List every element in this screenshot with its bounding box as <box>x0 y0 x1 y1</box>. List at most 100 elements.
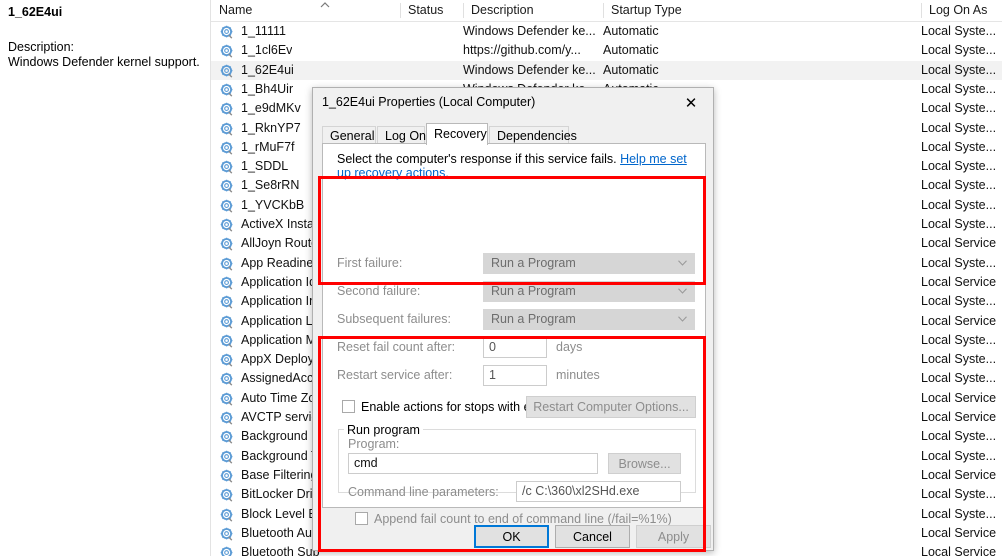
cell-log-on-as: Local Syste... <box>921 139 997 154</box>
service-gear-icon <box>220 102 233 116</box>
first-failure-select[interactable]: Run a Program <box>483 253 695 274</box>
cell-name: 1_Se8rRN <box>241 178 300 193</box>
dialog-title: 1_62E4ui Properties (Local Computer) <box>322 95 536 109</box>
description-text: Windows Defender kernel support. <box>8 55 200 69</box>
cell-name: Application L <box>241 313 313 328</box>
service-gear-icon <box>220 411 233 425</box>
service-gear-icon <box>220 160 233 174</box>
program-input[interactable]: cmd <box>348 453 598 474</box>
cell-name: Application Id <box>241 274 317 289</box>
subsequent-failures-select[interactable]: Run a Program <box>483 309 695 330</box>
program-label: Program: <box>348 437 400 451</box>
first-failure-value: Run a Program <box>491 256 576 270</box>
recovery-intro: Select the computer's response if this s… <box>337 152 695 180</box>
restart-service-unit: minutes <box>556 368 600 382</box>
cell-name: Bluetooth Au <box>241 525 312 540</box>
column-header-startup-type[interactable]: Startup Type <box>603 0 921 21</box>
cell-log-on-as: Local Syste... <box>921 352 997 367</box>
second-failure-value: Run a Program <box>491 284 576 298</box>
tab-general[interactable]: General <box>322 126 376 144</box>
cell-name: AllJoyn Route <box>241 236 319 251</box>
cell-name: 1_RknYP7 <box>241 120 301 135</box>
service-gear-icon <box>220 257 233 271</box>
column-header-status[interactable]: Status <box>400 0 463 21</box>
tab-log-on[interactable]: Log On <box>377 126 426 144</box>
column-header-name[interactable]: Name <box>211 0 400 21</box>
cell-startup-type: Automatic <box>603 24 659 38</box>
service-gear-icon <box>220 450 233 464</box>
list-header: Name Status Description Startup Type Log… <box>211 0 1002 22</box>
cell-log-on-as: Local Syste... <box>921 62 997 77</box>
command-line-parameters-label: Command line parameters: <box>348 485 499 499</box>
cell-name: 1_e9dMKv <box>241 101 301 116</box>
cell-log-on-as: Local Syste... <box>921 255 997 270</box>
service-gear-icon <box>220 334 233 348</box>
cell-log-on-as: Local Syste... <box>921 81 997 96</box>
cell-name: 1_SDDL <box>241 159 289 174</box>
close-icon[interactable]: ✕ <box>669 88 713 118</box>
table-row[interactable]: 1_62E4ui Windows Defender ke... Automatic L… <box>211 60 1002 80</box>
browse-button[interactable]: Browse... <box>608 453 681 474</box>
cell-name: 1_Bh4Uir <box>241 81 294 96</box>
cell-log-on-as: Local Service <box>921 467 997 482</box>
cell-name: BitLocker Driv <box>241 487 319 502</box>
apply-button[interactable]: Apply <box>636 525 711 548</box>
subsequent-failures-label: Subsequent failures: <box>337 312 451 326</box>
service-gear-icon <box>220 122 233 136</box>
table-row[interactable]: 1_1cl6Ev https://github.com/y... Automatic… <box>211 41 1002 60</box>
command-line-parameters-input[interactable]: /c C:\360\xl2SHd.exe <box>516 481 681 502</box>
service-gear-icon <box>220 25 233 39</box>
cell-description: Windows Defender ke... <box>463 62 596 77</box>
cell-name: ActiveX Instal <box>241 217 317 231</box>
restart-service-input[interactable]: 1 <box>483 365 547 386</box>
ok-button[interactable]: OK <box>474 525 549 548</box>
cell-log-on-as: Local Syste... <box>921 429 997 444</box>
reset-fail-count-unit: days <box>556 340 583 354</box>
subsequent-failures-value: Run a Program <box>491 312 576 326</box>
cell-name: 1_62E4ui <box>241 62 294 77</box>
cell-log-on-as: Local Service <box>921 313 997 328</box>
tab-recovery[interactable]: Recovery <box>426 123 488 145</box>
restart-computer-options-button[interactable]: Restart Computer Options... <box>526 396 696 418</box>
tab-strip: General Log On Recovery Dependencies <box>322 123 706 145</box>
cell-log-on-as: Local Syste... <box>921 178 997 193</box>
tab-dependencies[interactable]: Dependencies <box>489 126 577 144</box>
service-gear-icon <box>220 44 233 58</box>
cell-name: Block Level B <box>241 506 317 521</box>
cell-name: AppX Deploy <box>241 352 314 367</box>
cell-name: 1_1cl6Ev <box>241 43 293 58</box>
cancel-button[interactable]: Cancel <box>555 525 630 548</box>
service-gear-icon <box>220 295 233 309</box>
services-window: 1_62E4ui Description: Windows Defender k… <box>0 0 1002 556</box>
service-gear-icon <box>220 469 233 483</box>
service-gear-icon <box>220 237 233 251</box>
chevron-down-icon <box>678 260 687 266</box>
cell-name: Application In <box>241 294 317 309</box>
cell-log-on-as: Local Service <box>921 274 997 289</box>
reset-fail-count-input[interactable]: 0 <box>483 337 547 358</box>
cell-name: 1_rMuF7f <box>241 139 295 154</box>
enable-actions-checkbox[interactable] <box>342 400 355 413</box>
cell-log-on-as: Local Syste... <box>921 506 997 521</box>
service-gear-icon <box>220 64 233 78</box>
append-fail-count-checkbox[interactable] <box>355 512 368 525</box>
cell-log-on-as: Local Syste... <box>921 371 997 386</box>
dialog-title-bar[interactable]: 1_62E4ui Properties (Local Computer) ✕ <box>313 88 713 119</box>
chevron-down-icon <box>678 316 687 322</box>
reset-fail-count-value: 0 <box>489 340 496 354</box>
cell-description: https://github.com/y... <box>463 43 581 58</box>
cell-name: Base Filtering <box>241 467 318 482</box>
column-header-description[interactable]: Description <box>463 0 603 21</box>
service-gear-icon <box>220 527 233 541</box>
recovery-intro-text: Select the computer's response if this s… <box>337 152 617 166</box>
service-gear-icon <box>220 430 233 444</box>
column-header-log-on-as[interactable]: Log On As <box>921 0 1002 21</box>
service-gear-icon <box>220 199 233 213</box>
cell-log-on-as: Local Service <box>921 390 997 405</box>
cell-name: 1_11111 <box>241 24 286 38</box>
cell-log-on-as: Local Syste... <box>921 294 997 309</box>
second-failure-select[interactable]: Run a Program <box>483 281 695 302</box>
table-row[interactable]: 1_11111 Windows Defender ke... Automatic Lo… <box>211 22 1002 41</box>
first-failure-label: First failure: <box>337 256 403 270</box>
service-gear-icon <box>220 353 233 367</box>
